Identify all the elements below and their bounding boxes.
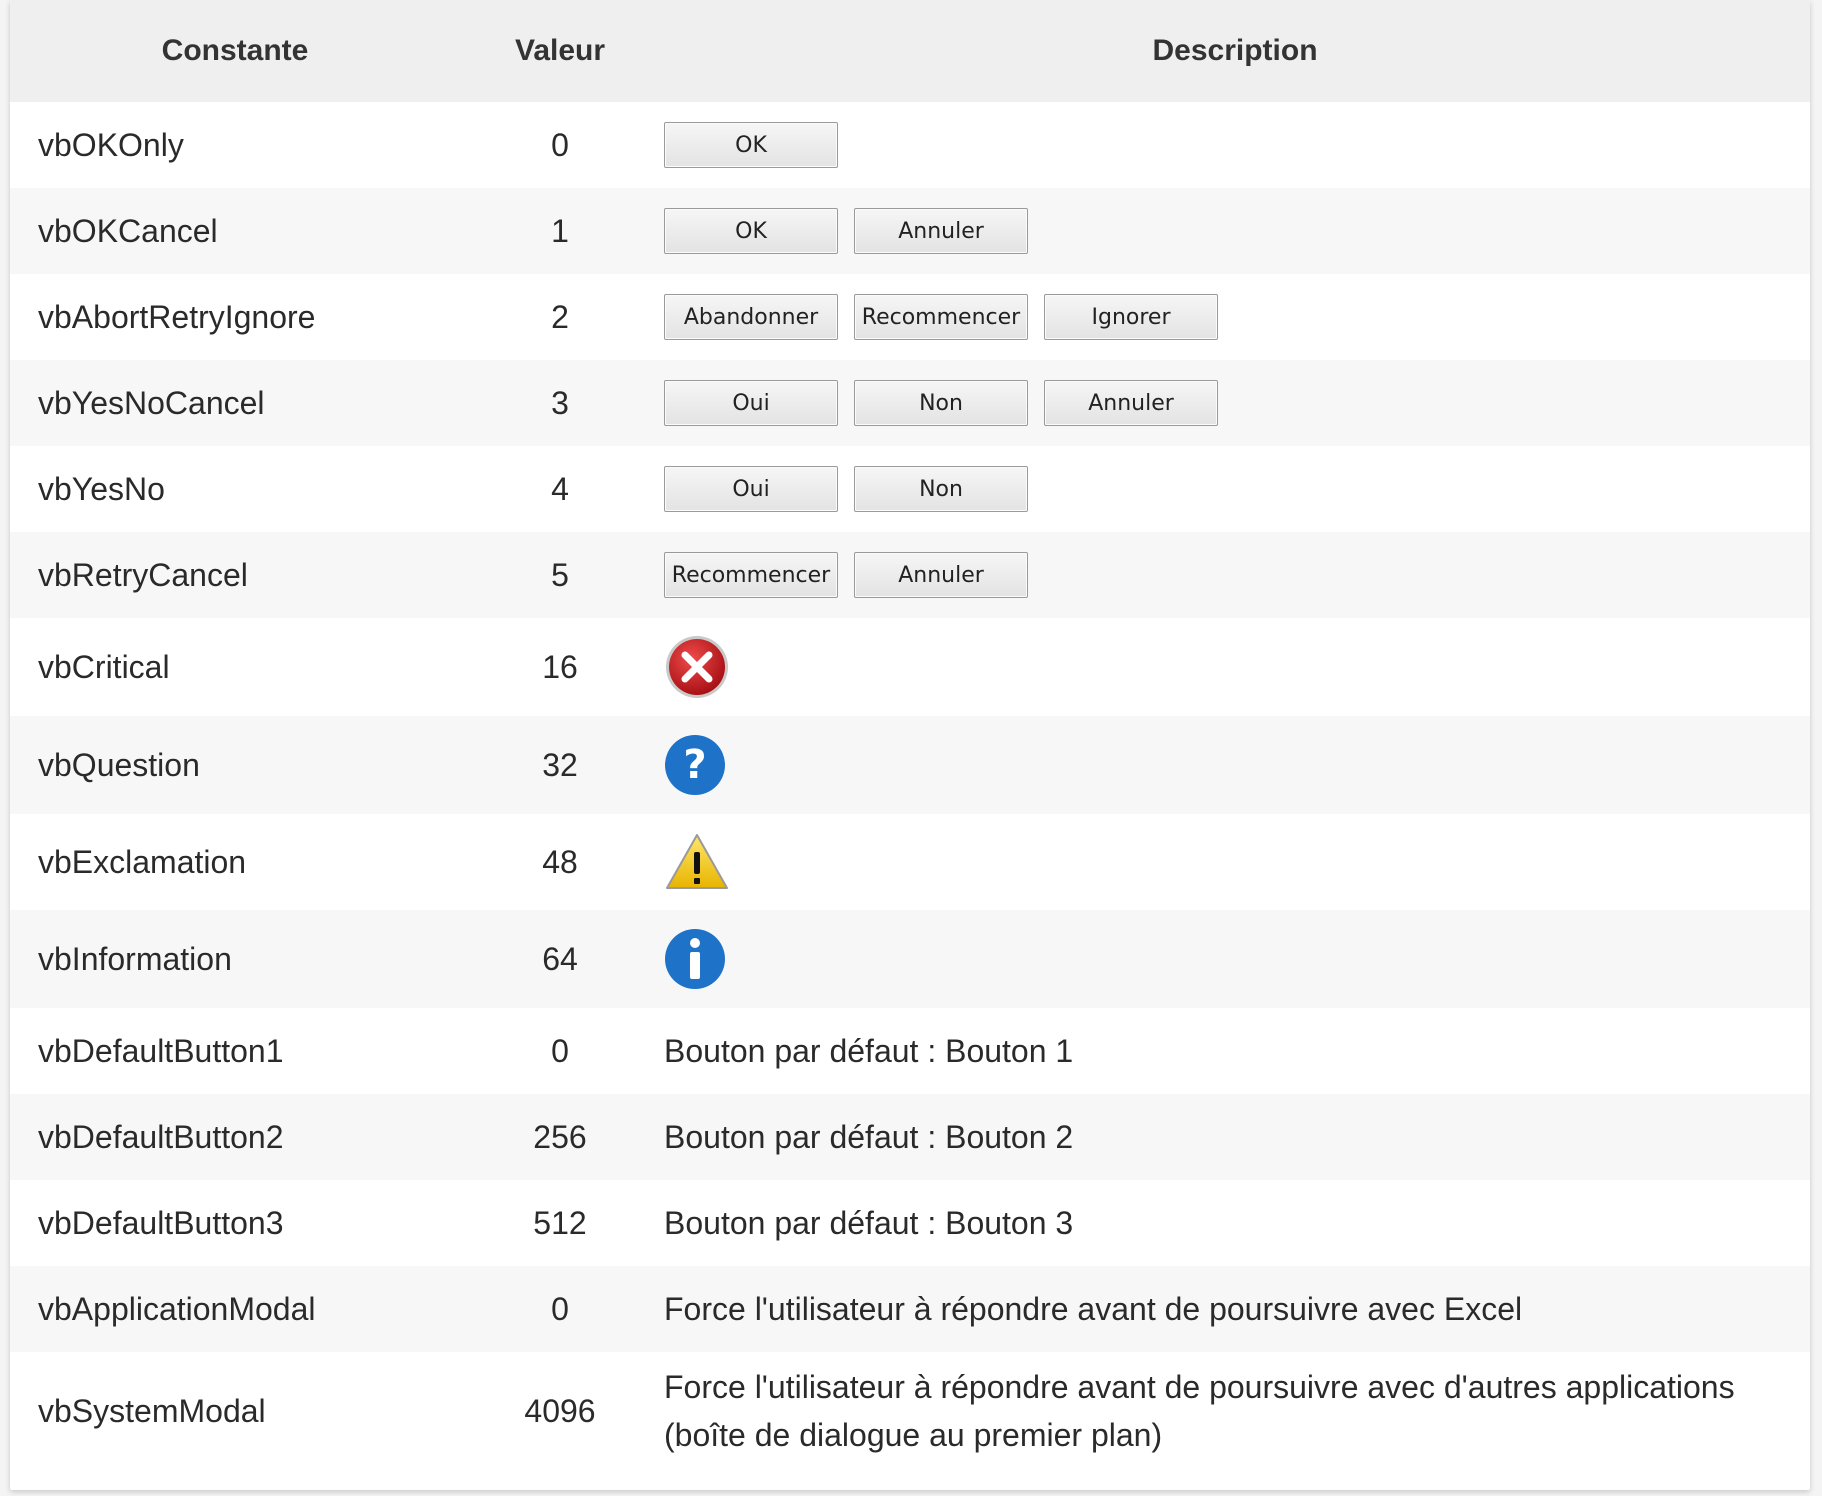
description-cell: OK Annuler	[660, 188, 1810, 274]
dialog-button-ok: OK	[664, 122, 838, 168]
description-cell: OK	[660, 102, 1810, 188]
constant-cell: vbDefaultButton2	[10, 1094, 460, 1180]
table-row: vbInformation 64	[10, 910, 1810, 1008]
constant-cell: vbYesNo	[10, 446, 460, 532]
description-cell: Oui Non Annuler	[660, 360, 1810, 446]
constant-cell: vbApplicationModal	[10, 1266, 460, 1352]
value-cell: 3	[460, 360, 660, 446]
table-header-row: Constante Valeur Description	[10, 0, 1810, 102]
constant-cell: vbQuestion	[10, 716, 460, 814]
dialog-button-ok: OK	[664, 208, 838, 254]
constant-cell: vbExclamation	[10, 814, 460, 910]
description-cell: Force l'utilisateur à répondre avant de …	[660, 1352, 1810, 1470]
description-cell: Abandonner Recommencer Ignorer	[660, 274, 1810, 360]
dialog-button-annuler: Annuler	[1044, 380, 1218, 426]
msgbox-constants-table: Constante Valeur Description vbOKOnly 0 …	[10, 0, 1810, 1470]
description-cell	[660, 910, 1810, 1008]
constant-cell: vbCritical	[10, 618, 460, 716]
dialog-button-oui: Oui	[664, 380, 838, 426]
dialog-button-annuler: Annuler	[854, 552, 1028, 598]
exclamation-warning-icon	[666, 834, 728, 889]
value-cell: 48	[460, 814, 660, 910]
constant-cell: vbOKOnly	[10, 102, 460, 188]
description-cell: Force l'utilisateur à répondre avant de …	[660, 1266, 1810, 1352]
table-row: vbSystemModal 4096 Force l'utilisateur à…	[10, 1352, 1810, 1470]
constant-cell: vbAbortRetryIgnore	[10, 274, 460, 360]
dialog-button-annuler: Annuler	[854, 208, 1028, 254]
value-cell: 4	[460, 446, 660, 532]
constant-cell: vbInformation	[10, 910, 460, 1008]
header-valeur: Valeur	[460, 0, 660, 102]
table-row: vbApplicationModal 0 Force l'utilisateur…	[10, 1266, 1810, 1352]
question-icon: ?	[665, 735, 725, 795]
value-cell: 1	[460, 188, 660, 274]
critical-error-icon	[666, 636, 728, 698]
table-row: vbDefaultButton3 512 Bouton par défaut :…	[10, 1180, 1810, 1266]
table-row: vbYesNoCancel 3 Oui Non Annuler	[10, 360, 1810, 446]
value-cell: 16	[460, 618, 660, 716]
table-row: vbDefaultButton1 0 Bouton par défaut : B…	[10, 1008, 1810, 1094]
description-cell: Bouton par défaut : Bouton 2	[660, 1094, 1810, 1180]
value-cell: 256	[460, 1094, 660, 1180]
constant-cell: vbDefaultButton3	[10, 1180, 460, 1266]
description-cell: Recommencer Annuler	[660, 532, 1810, 618]
constant-cell: vbDefaultButton1	[10, 1008, 460, 1094]
dialog-button-recommencer: Recommencer	[854, 294, 1028, 340]
dialog-button-abandonner: Abandonner	[664, 294, 838, 340]
value-cell: 2	[460, 274, 660, 360]
table-row: vbRetryCancel 5 Recommencer Annuler	[10, 532, 1810, 618]
table-row: vbOKCancel 1 OK Annuler	[10, 188, 1810, 274]
description-cell	[660, 618, 1810, 716]
constant-cell: vbYesNoCancel	[10, 360, 460, 446]
dialog-button-ignorer: Ignorer	[1044, 294, 1218, 340]
value-cell: 0	[460, 1266, 660, 1352]
information-icon	[665, 929, 725, 989]
value-cell: 4096	[460, 1352, 660, 1470]
value-cell: 512	[460, 1180, 660, 1266]
header-description: Description	[660, 0, 1810, 102]
value-cell: 0	[460, 1008, 660, 1094]
dialog-button-non: Non	[854, 380, 1028, 426]
table-row: vbYesNo 4 Oui Non	[10, 446, 1810, 532]
description-cell: Bouton par défaut : Bouton 1	[660, 1008, 1810, 1094]
constant-cell: vbOKCancel	[10, 188, 460, 274]
table-row: vbAbortRetryIgnore 2 Abandonner Recommen…	[10, 274, 1810, 360]
description-cell: Bouton par défaut : Bouton 3	[660, 1180, 1810, 1266]
table-row: vbDefaultButton2 256 Bouton par défaut :…	[10, 1094, 1810, 1180]
dialog-button-oui: Oui	[664, 466, 838, 512]
table-row: vbCritical 16	[10, 618, 1810, 716]
value-cell: 0	[460, 102, 660, 188]
constant-cell: vbRetryCancel	[10, 532, 460, 618]
description-cell: Oui Non	[660, 446, 1810, 532]
constant-cell: vbSystemModal	[10, 1352, 460, 1470]
constants-table-card: Constante Valeur Description vbOKOnly 0 …	[10, 0, 1810, 1490]
header-constante: Constante	[10, 0, 460, 102]
table-row: vbExclamation 48	[10, 814, 1810, 910]
value-cell: 32	[460, 716, 660, 814]
dialog-button-recommencer: Recommencer	[664, 552, 838, 598]
table-row: vbOKOnly 0 OK	[10, 102, 1810, 188]
value-cell: 64	[460, 910, 660, 1008]
description-cell: ?	[660, 716, 1810, 814]
table-row: vbQuestion 32 ?	[10, 716, 1810, 814]
value-cell: 5	[460, 532, 660, 618]
description-cell	[660, 814, 1810, 910]
dialog-button-non: Non	[854, 466, 1028, 512]
svg-text:?: ?	[683, 742, 706, 788]
